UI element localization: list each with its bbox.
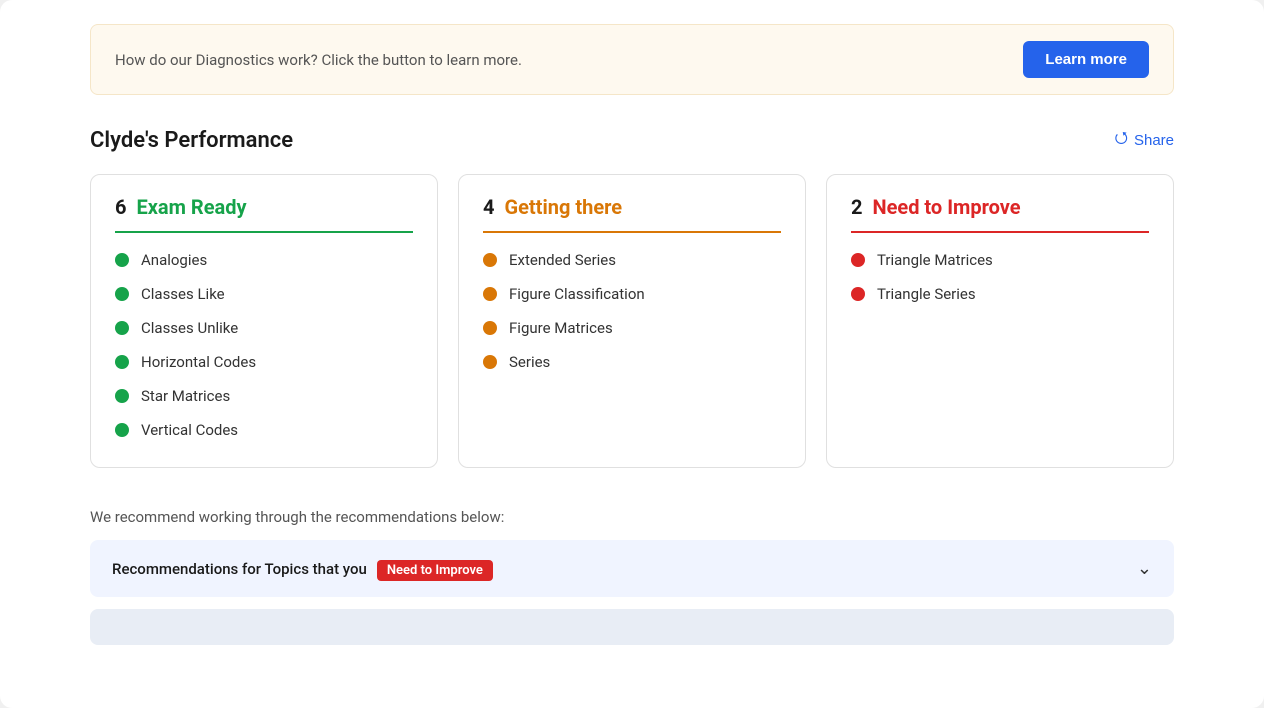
share-button[interactable]: ⭯ Share	[1114, 127, 1174, 154]
list-item: Classes Unlike	[115, 319, 413, 337]
info-banner-text: How do our Diagnostics work? Click the b…	[115, 51, 522, 69]
list-item: Figure Classification	[483, 285, 781, 303]
red-dot	[851, 287, 865, 301]
list-item: Analogies	[115, 251, 413, 269]
list-item: Series	[483, 353, 781, 371]
bottom-strip	[90, 609, 1174, 645]
need-to-improve-list: Triangle Matrices Triangle Series	[851, 251, 1149, 303]
item-label: Star Matrices	[141, 387, 230, 405]
recommendation-prefix: Recommendations for Topics that you	[112, 560, 367, 578]
recommendation-text: We recommend working through the recomme…	[90, 508, 1174, 526]
red-dot	[851, 253, 865, 267]
performance-header: Clyde's Performance ⭯ Share	[90, 127, 1174, 154]
green-dot	[115, 355, 129, 369]
green-dot	[115, 287, 129, 301]
item-label: Series	[509, 353, 550, 371]
orange-dot	[483, 321, 497, 335]
exam-ready-label: Exam Ready	[136, 195, 246, 219]
item-label: Analogies	[141, 251, 207, 269]
info-banner: How do our Diagnostics work? Click the b…	[90, 24, 1174, 95]
getting-there-count: 4	[483, 195, 494, 219]
exam-ready-list: Analogies Classes Like Classes Unlike Ho…	[115, 251, 413, 439]
learn-more-button[interactable]: Learn more	[1023, 41, 1149, 78]
orange-dot	[483, 355, 497, 369]
need-to-improve-header: 2 Need to Improve	[851, 195, 1149, 219]
list-item: Star Matrices	[115, 387, 413, 405]
item-label: Triangle Series	[877, 285, 976, 303]
item-label: Extended Series	[509, 251, 616, 269]
chevron-down-icon: ⌄	[1137, 558, 1152, 579]
item-label: Figure Classification	[509, 285, 645, 303]
recommendation-accordion-content: Recommendations for Topics that you Need…	[112, 559, 493, 578]
need-to-improve-label: Need to Improve	[872, 195, 1020, 219]
exam-ready-header: 6 Exam Ready	[115, 195, 413, 219]
getting-there-divider	[483, 231, 781, 233]
item-label: Vertical Codes	[141, 421, 238, 439]
item-label: Horizontal Codes	[141, 353, 256, 371]
list-item: Classes Like	[115, 285, 413, 303]
need-to-improve-card: 2 Need to Improve Triangle Matrices Tria…	[826, 174, 1174, 468]
exam-ready-card: 6 Exam Ready Analogies Classes Like Clas…	[90, 174, 438, 468]
list-item: Triangle Series	[851, 285, 1149, 303]
exam-ready-divider	[115, 231, 413, 233]
share-label: Share	[1134, 132, 1174, 149]
recommendation-accordion[interactable]: Recommendations for Topics that you Need…	[90, 540, 1174, 597]
list-item: Horizontal Codes	[115, 353, 413, 371]
item-label: Triangle Matrices	[877, 251, 993, 269]
item-label: Classes Like	[141, 285, 225, 303]
need-to-improve-divider	[851, 231, 1149, 233]
need-to-improve-count: 2	[851, 195, 862, 219]
green-dot	[115, 389, 129, 403]
page-container: How do our Diagnostics work? Click the b…	[0, 0, 1264, 708]
list-item: Figure Matrices	[483, 319, 781, 337]
getting-there-card: 4 Getting there Extended Series Figure C…	[458, 174, 806, 468]
item-label: Figure Matrices	[509, 319, 613, 337]
exam-ready-count: 6	[115, 195, 126, 219]
item-label: Classes Unlike	[141, 319, 238, 337]
orange-dot	[483, 253, 497, 267]
cards-grid: 6 Exam Ready Analogies Classes Like Clas…	[90, 174, 1174, 468]
page-title: Clyde's Performance	[90, 128, 293, 153]
share-icon: ⭯	[1114, 127, 1127, 154]
list-item: Triangle Matrices	[851, 251, 1149, 269]
green-dot	[115, 321, 129, 335]
getting-there-list: Extended Series Figure Classification Fi…	[483, 251, 781, 371]
orange-dot	[483, 287, 497, 301]
green-dot	[115, 253, 129, 267]
getting-there-header: 4 Getting there	[483, 195, 781, 219]
getting-there-label: Getting there	[504, 195, 622, 219]
list-item: Vertical Codes	[115, 421, 413, 439]
need-to-improve-badge: Need to Improve	[377, 560, 493, 581]
green-dot	[115, 423, 129, 437]
list-item: Extended Series	[483, 251, 781, 269]
